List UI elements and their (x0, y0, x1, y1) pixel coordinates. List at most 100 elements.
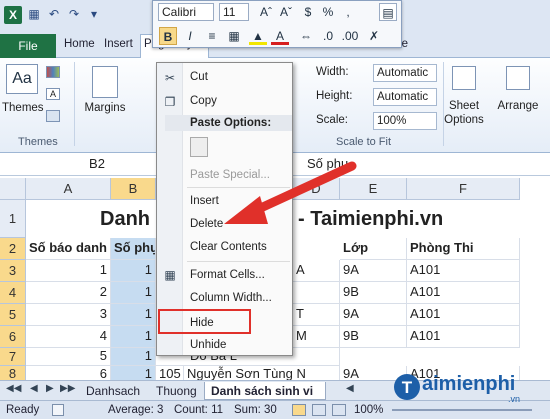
cell-f6[interactable]: A101 (407, 326, 520, 348)
font-size-input[interactable]: 11 (219, 3, 249, 21)
first-sheet-icon[interactable]: ◀◀ (6, 383, 21, 394)
italic-button[interactable]: I (181, 27, 199, 45)
cell-d3[interactable]: A (293, 260, 340, 282)
theme-fonts-icon[interactable]: A (46, 88, 60, 100)
row-header-7[interactable]: 7 (0, 348, 26, 366)
undo-icon[interactable]: ↶ (46, 6, 62, 22)
last-sheet-icon[interactable]: ▶▶ (60, 383, 75, 394)
header-cell-so-bao-danh[interactable]: Số báo danh (26, 238, 111, 260)
theme-effects-icon[interactable] (46, 110, 60, 122)
row-header-6[interactable]: 6 (0, 326, 26, 348)
header-cell-lop[interactable]: Lớp (340, 238, 407, 260)
font-name-input[interactable]: Calibri (158, 3, 214, 21)
align-center-icon[interactable]: ≡ (203, 27, 221, 45)
menu-item-delete[interactable]: Delete (190, 218, 223, 230)
height-select[interactable]: Automatic (373, 88, 437, 106)
themes-icon[interactable]: Aa (6, 64, 38, 94)
cell-e3[interactable]: 9A (340, 260, 407, 282)
cell-b4[interactable]: 1 (111, 282, 156, 304)
sheet-options-icon[interactable] (452, 66, 476, 90)
sheet-tab-thuong[interactable]: Thuong (150, 382, 203, 400)
cell-a7[interactable]: 5 (26, 348, 111, 366)
paste-option-icon[interactable] (190, 137, 208, 157)
cell-e6[interactable]: 9B (340, 326, 407, 348)
fill-color-icon[interactable]: ▲ (249, 27, 267, 45)
sheet-tab-danhsach[interactable]: Danhsach (80, 382, 146, 400)
cell-f3[interactable]: A101 (407, 260, 520, 282)
merge-center-icon[interactable]: ⇔ (297, 27, 315, 45)
column-header-f[interactable]: F (407, 178, 520, 200)
percent-icon[interactable]: % (319, 3, 337, 21)
macro-record-icon[interactable] (52, 404, 64, 416)
cell-a4[interactable]: 2 (26, 282, 111, 304)
clear-format-icon[interactable]: ✗ (365, 27, 383, 45)
bold-button[interactable]: B (159, 27, 177, 45)
status-zoom[interactable]: 100% (354, 404, 383, 416)
tab-insert[interactable]: Insert (104, 38, 133, 50)
row-header-5[interactable]: 5 (0, 304, 26, 326)
header-cell-so-phu[interactable]: Số phụ (111, 238, 156, 260)
cell-b5[interactable]: 1 (111, 304, 156, 326)
increase-decimal-icon[interactable]: .00 (341, 27, 359, 45)
grow-font-icon[interactable]: Aˆ (257, 3, 275, 21)
cell-e5[interactable]: 9A (340, 304, 407, 326)
tab-file[interactable]: File (0, 34, 56, 58)
cell-e4[interactable]: 9B (340, 282, 407, 304)
comma-style-icon[interactable]: , (339, 3, 357, 21)
row-header-1[interactable]: 1 (0, 200, 26, 238)
cell-a6[interactable]: 4 (26, 326, 111, 348)
redo-icon[interactable]: ↷ (66, 6, 82, 22)
scale-input[interactable]: 100% (373, 112, 437, 130)
cell-d4[interactable] (293, 282, 340, 304)
save-icon[interactable]: ▦ (26, 6, 42, 22)
header-cell-phong-thi[interactable]: Phòng Thi (407, 238, 520, 260)
sheet-options-label-2[interactable]: Options (440, 114, 488, 126)
font-color-icon[interactable]: A (271, 27, 289, 45)
themes-button-label[interactable]: Themes (2, 102, 44, 114)
tab-home[interactable]: Home (64, 38, 95, 50)
cell-d5[interactable]: T (293, 304, 340, 326)
menu-item-column-width[interactable]: Column Width... (190, 292, 272, 304)
arrange-icon[interactable] (506, 66, 530, 90)
cell-b3[interactable]: 1 (111, 260, 156, 282)
cell-f5[interactable]: A101 (407, 304, 520, 326)
currency-icon[interactable]: $ (299, 3, 317, 21)
cell-d6[interactable]: M (293, 326, 340, 348)
column-header-a[interactable]: A (26, 178, 111, 200)
scroll-left-icon[interactable]: ◀ (346, 383, 354, 394)
customize-icon[interactable]: ▾ (86, 6, 102, 22)
next-sheet-icon[interactable]: ▶ (46, 383, 54, 394)
row-header-4[interactable]: 4 (0, 282, 26, 304)
menu-item-copy[interactable]: Copy (190, 95, 217, 107)
normal-view-icon[interactable] (292, 404, 306, 416)
arrange-button-label[interactable]: Arrange (494, 100, 542, 112)
menu-item-format-cells[interactable]: Format Cells... (190, 269, 265, 281)
menu-item-cut[interactable]: Cut (190, 71, 208, 83)
sheet-options-label-1[interactable]: Sheet (440, 100, 488, 112)
prev-sheet-icon[interactable]: ◀ (30, 383, 38, 394)
format-painter-icon[interactable]: ▤ (379, 3, 397, 21)
cell-b6[interactable]: 1 (111, 326, 156, 348)
menu-item-unhide[interactable]: Unhide (190, 339, 226, 351)
column-header-b[interactable]: B (111, 178, 156, 200)
width-select[interactable]: Automatic (373, 64, 437, 82)
margins-icon[interactable] (92, 66, 118, 98)
shrink-font-icon[interactable]: Aˇ (277, 3, 295, 21)
row-header-3[interactable]: 3 (0, 260, 26, 282)
sheet-tab-danh-sach-sinh-vien[interactable]: Danh sách sinh vi (204, 382, 326, 400)
excel-logo-icon[interactable]: X (4, 6, 22, 24)
cell-b7[interactable]: 1 (111, 348, 156, 366)
select-all-corner[interactable] (0, 178, 26, 200)
page-layout-view-icon[interactable] (312, 404, 326, 416)
borders-icon[interactable]: ▦ (225, 27, 243, 45)
cell-f4[interactable]: A101 (407, 282, 520, 304)
cell-a5[interactable]: 3 (26, 304, 111, 326)
theme-colors-icon[interactable] (46, 66, 60, 78)
decrease-decimal-icon[interactable]: .0 (319, 27, 337, 45)
margins-button-label[interactable]: Margins (82, 102, 128, 114)
cell-a3[interactable]: 1 (26, 260, 111, 282)
zoom-slider[interactable] (392, 409, 532, 411)
menu-item-clear-contents[interactable]: Clear Contents (190, 241, 267, 253)
page-break-view-icon[interactable] (332, 404, 346, 416)
row-header-2[interactable]: 2 (0, 238, 26, 260)
